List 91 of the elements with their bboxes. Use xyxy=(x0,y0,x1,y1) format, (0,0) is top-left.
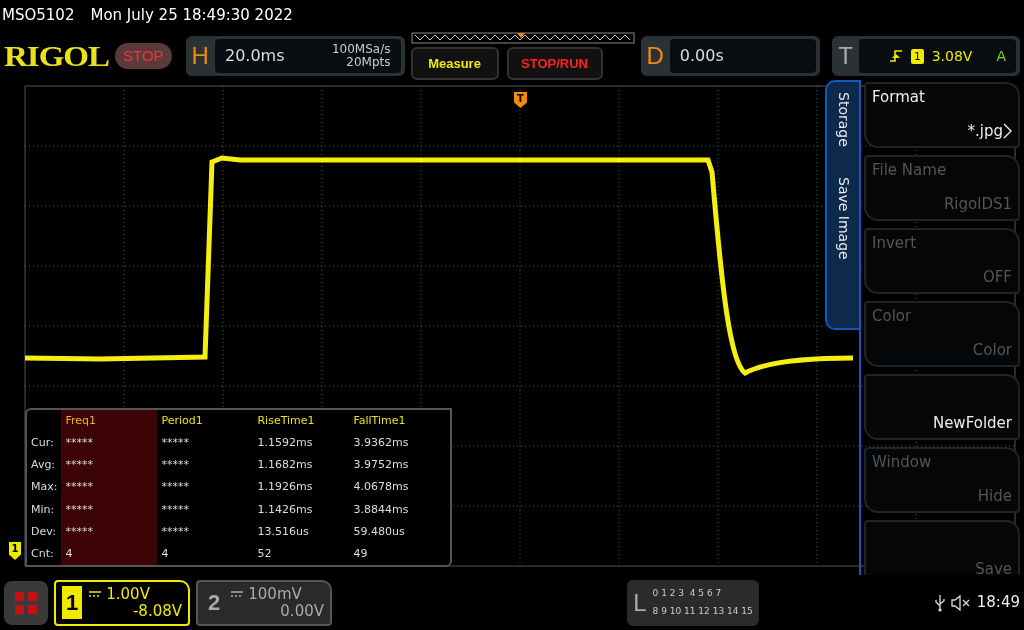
dc-coupling-icon xyxy=(88,590,103,599)
table-cell: ***** xyxy=(61,520,158,543)
timebase-value: 20.0ms xyxy=(224,45,285,67)
table-cell: ***** xyxy=(157,498,254,521)
menu-item-label: File Name xyxy=(872,160,948,181)
toolbar-button[interactable]: Measure xyxy=(410,46,499,81)
table-cell-text: 3.9752ms xyxy=(352,457,410,474)
trigger-level: 3.08V xyxy=(931,46,973,66)
column-header[interactable]: FallTime1 xyxy=(349,410,446,433)
channel-number: 1 xyxy=(62,586,83,619)
trigger-panel[interactable]: T 1 3.08V A xyxy=(832,36,1020,76)
table-cell: ***** xyxy=(61,498,158,521)
menu-item-value: RigolDS1 xyxy=(943,193,1012,215)
menu-item-value: NewFolder xyxy=(932,412,1012,434)
grid-squares-icon xyxy=(14,590,38,615)
channel-panel[interactable]: 1 1.00V -8.08V xyxy=(54,579,190,626)
table-cell: ***** xyxy=(61,454,158,477)
trigger-label: T xyxy=(838,41,853,71)
channel-scale: 100mV xyxy=(248,586,302,603)
table-cell-text: 59.480us xyxy=(352,523,406,540)
chevron-right-icon xyxy=(1003,122,1012,139)
table-cell-text: 3.9362ms xyxy=(352,435,410,452)
logic-bits: 8 9 10 11 12 13 14 15 xyxy=(652,604,753,618)
table-cell-text: 4.0678ms xyxy=(352,479,410,496)
delay-label: D xyxy=(646,41,664,71)
table-cell: 4 xyxy=(61,542,158,565)
menu-item-label: Window xyxy=(872,452,933,473)
rising-edge-icon xyxy=(889,49,904,63)
channel-number: 2 xyxy=(207,589,222,617)
horizontal-panel[interactable]: H 20.0ms 100MSa/s 20Mpts xyxy=(185,36,405,76)
menu-item-label: Format xyxy=(872,87,926,108)
menu-item-value: Hide xyxy=(977,485,1012,507)
menu-button[interactable] xyxy=(4,580,48,625)
logic-bits: 0 1 2 3 4 5 6 7 xyxy=(652,587,723,601)
menu-item[interactable]: Format *.jpg xyxy=(864,82,1020,148)
table-cell-text: 1.1426ms xyxy=(256,501,314,518)
menu-item-value: Color xyxy=(972,339,1012,361)
table-cell-text: 3.8844ms xyxy=(352,501,410,518)
menu-tab[interactable]: Storage xyxy=(832,92,854,147)
channel-panel[interactable]: 2 100mV 0.00V xyxy=(196,579,332,626)
channel-marker: 1 xyxy=(9,542,21,560)
table-cell-text: 1.1682ms xyxy=(256,457,314,474)
row-label: Min: xyxy=(27,498,62,521)
memory-depth: 20Mpts xyxy=(345,56,391,69)
horizontal-label: H xyxy=(191,41,209,71)
menu-item-label: Color xyxy=(872,306,913,327)
table-cell-text: 1.1926ms xyxy=(256,479,314,496)
column-header[interactable]: Freq1 xyxy=(61,410,158,433)
channel-offset: -8.08V xyxy=(131,602,182,619)
device-model: MSO5102 xyxy=(2,6,75,24)
table-cell-text: 1.1592ms xyxy=(256,435,314,452)
date-time: Mon July 25 18:49:30 2022 xyxy=(90,6,293,24)
menu-item-value: OFF xyxy=(982,266,1012,288)
table-cell: ***** xyxy=(61,476,158,499)
column-header[interactable]: Period1 xyxy=(157,410,254,433)
trigger-mode: A xyxy=(996,46,1006,66)
table-cell: ***** xyxy=(157,454,254,477)
menu-item-value: Save xyxy=(975,558,1012,575)
brand-logo: RIGOL xyxy=(4,41,110,71)
channel-scale: 1.00V xyxy=(106,586,150,603)
table-cell: ***** xyxy=(157,476,254,499)
menu-item-label: Invert xyxy=(872,233,918,254)
table-cell-text: 52 xyxy=(256,545,273,562)
trigger-position-marker: T xyxy=(514,92,527,108)
toolbar-button[interactable]: STOP/RUN xyxy=(506,46,603,81)
run-status: STOP xyxy=(115,42,172,70)
menu-tab[interactable]: Save Image xyxy=(832,176,854,260)
delay-panel[interactable]: D 0.00s xyxy=(640,36,821,76)
usb-icon xyxy=(934,593,945,612)
table-cell-text: 13.516us xyxy=(256,523,310,540)
column-header[interactable]: RiseTime1 xyxy=(253,410,350,433)
table-cell: ***** xyxy=(61,432,158,455)
table-cell: ***** xyxy=(157,520,254,543)
row-label: Max: xyxy=(27,476,62,499)
menu-item[interactable]: NewFolder xyxy=(864,374,1020,440)
clock-time: 18:49 xyxy=(976,592,1020,614)
channel-offset: 0.00V xyxy=(279,602,324,619)
table-cell: 4 xyxy=(157,542,254,565)
dc-coupling-icon xyxy=(230,590,245,599)
trigger-source-badge: 1 xyxy=(911,48,924,64)
logic-label: L xyxy=(633,587,647,618)
table-cell: ***** xyxy=(157,432,254,455)
table-cell-text: 49 xyxy=(352,545,369,562)
menu-item-value: *.jpg xyxy=(967,120,1003,142)
row-label: Cur: xyxy=(27,432,62,455)
speaker-muted-icon xyxy=(950,594,971,611)
row-label: Dev: xyxy=(27,520,62,543)
row-label: Cnt: xyxy=(27,542,62,565)
row-label: Avg: xyxy=(27,454,62,477)
delay-value: 0.00s xyxy=(679,45,724,67)
sample-rate: 100MSa/s xyxy=(331,43,391,56)
